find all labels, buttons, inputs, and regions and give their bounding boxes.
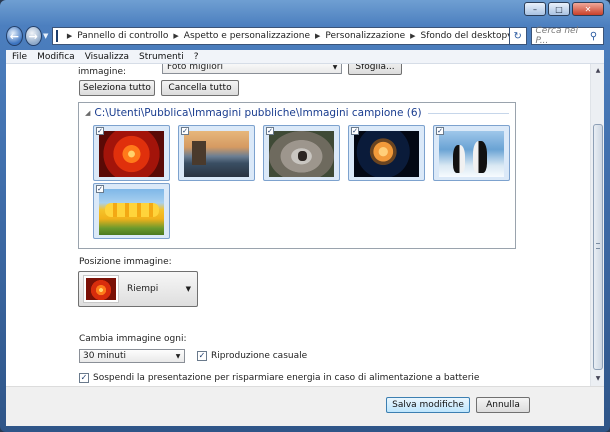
interval-select[interactable]: 30 minuti ▼ [79,349,185,363]
picture-location-select[interactable]: Foto migliori ▼ [162,64,342,74]
back-button[interactable]: ← [6,26,23,46]
interval-value: 30 minuti [83,351,127,361]
menu-file[interactable]: File [12,52,27,62]
title-bar: – □ ✕ [0,0,610,24]
search-placeholder: Cerca nel P... [535,26,579,46]
minimize-button[interactable]: – [524,2,546,16]
menu-tools[interactable]: Strumenti [139,52,184,62]
breadcrumb-appearance[interactable]: Aspetto e personalizzazione [184,31,310,41]
clear-all-button[interactable]: Cancella tutto [161,80,239,96]
collapse-icon[interactable]: ◢ [85,109,90,117]
castle-icon [184,131,249,177]
menu-view[interactable]: Visualizza [85,52,129,62]
chevron-down-icon: ▼ [332,64,338,71]
image-gallery: ◢ C:\Utenti\Pubblica\Immagini pubbliche\… [78,102,516,249]
gallery-thumbnail[interactable]: ✓ [178,125,255,181]
recent-pages-dropdown[interactable]: ▼ [42,32,50,40]
flower-icon [86,278,116,300]
picture-location-row: Percorso immagine: Foto migliori ▼ Sfogl… [78,64,402,77]
flower-icon [99,131,164,177]
picture-position-label: Posizione immagine: [79,257,172,267]
battery-option: ✓ Sospendi la presentazione per risparmi… [79,373,479,383]
thumbnail-checkbox[interactable]: ✓ [181,127,189,135]
scroll-up-icon[interactable]: ▲ [592,65,604,77]
gallery-thumbnail[interactable]: ✓ [348,125,425,181]
gallery-group-title: C:\Utenti\Pubblica\Immagini pubbliche\Im… [94,107,422,119]
chevron-right-icon[interactable]: ▶ [67,32,72,40]
vertical-scrollbar[interactable]: ▲ ▼ [590,64,604,386]
save-changes-button[interactable]: Salva modifiche [386,397,470,413]
main-content: Percorso immagine: Foto migliori ▼ Sfogl… [6,64,604,386]
gallery-thumbnail[interactable]: ✓ [433,125,510,181]
picture-location-label: Percorso immagine: [78,64,127,77]
picture-position-select[interactable]: Riempi ▼ [78,271,198,307]
scrollbar-thumb[interactable] [593,124,603,370]
interval-row: 30 minuti ▼ ✓ Riproduzione casuale [79,349,307,363]
chevron-right-icon[interactable]: ▶ [315,32,320,40]
select-all-button[interactable]: Seleziona tutto [79,80,155,96]
chevron-right-icon[interactable]: ▶ [173,32,178,40]
picture-position-value: Riempi [127,284,159,294]
thumbnail-checkbox[interactable]: ✓ [96,185,104,193]
thumbnail-checkbox[interactable]: ✓ [96,127,104,135]
shuffle-checkbox[interactable]: ✓ [197,351,207,361]
chevron-right-icon[interactable]: ▶ [410,32,415,40]
battery-label[interactable]: Sospendi la presentazione per risparmiar… [93,373,479,383]
thumbnail-checkbox[interactable]: ✓ [436,127,444,135]
tulips-icon [99,189,164,235]
picture-location-value: Foto migliori [167,64,223,72]
cancel-button[interactable]: Annulla [476,397,530,413]
gallery-thumbnail[interactable]: ✓ [93,183,170,239]
change-picture-label: Cambia immagine ogni: [79,334,187,344]
breadcrumb-control-panel[interactable]: Pannello di controllo [77,31,168,41]
navigation-row: ← → ▼ ▶ Pannello di controllo ▶ Aspetto … [6,24,604,48]
penguins-icon [439,131,504,177]
shuffle-option: ✓ Riproduzione casuale [197,351,307,361]
search-icon[interactable]: ⚲ [590,31,603,42]
shuffle-label[interactable]: Riproduzione casuale [211,351,307,361]
thumbnail-checkbox[interactable]: ✓ [266,127,274,135]
breadcrumb-desktop-background[interactable]: Sfondo del desktop [421,31,508,41]
chevron-down-icon: ▼ [185,285,191,293]
address-bar[interactable]: ▶ Pannello di controllo ▶ Aspetto e pers… [51,27,510,45]
window-controls: – □ ✕ [522,2,604,16]
footer-bar: Salva modifiche Annulla [6,386,604,426]
thumbnail-checkbox[interactable]: ✓ [351,127,359,135]
close-button[interactable]: ✕ [572,2,604,16]
gallery-thumbnail[interactable]: ✓ [263,125,340,181]
battery-checkbox[interactable]: ✓ [79,373,89,383]
menu-bar: File Modifica Visualizza Strumenti ? [6,50,604,64]
search-input[interactable]: Cerca nel P... ⚲ [530,26,604,46]
jellyfish-icon [354,131,419,177]
gallery-header-divider [427,112,509,114]
refresh-button[interactable]: ↻ [509,27,527,45]
forward-button[interactable]: → [24,26,42,46]
selection-buttons: Seleziona tutto Cancella tutto [79,80,245,96]
gallery-thumbnail[interactable]: ✓ [93,125,170,181]
window-frame: – □ ✕ ← → ▼ ▶ Pannello di controllo ▶ As… [0,0,610,432]
gallery-group-header[interactable]: ◢ C:\Utenti\Pubblica\Immagini pubbliche\… [85,107,509,119]
menu-edit[interactable]: Modifica [37,52,75,62]
maximize-button[interactable]: □ [548,2,570,16]
chevron-down-icon: ▼ [175,352,181,360]
koala-icon [269,131,334,177]
control-panel-icon [55,30,58,42]
menu-help[interactable]: ? [194,52,199,62]
position-preview-thumbnail [83,275,119,303]
browse-button[interactable]: Sfoglia... [348,64,402,75]
scroll-down-icon[interactable]: ▼ [592,373,604,385]
breadcrumb-personalization[interactable]: Personalizzazione [325,31,405,41]
scrollbar-grip [596,243,600,249]
